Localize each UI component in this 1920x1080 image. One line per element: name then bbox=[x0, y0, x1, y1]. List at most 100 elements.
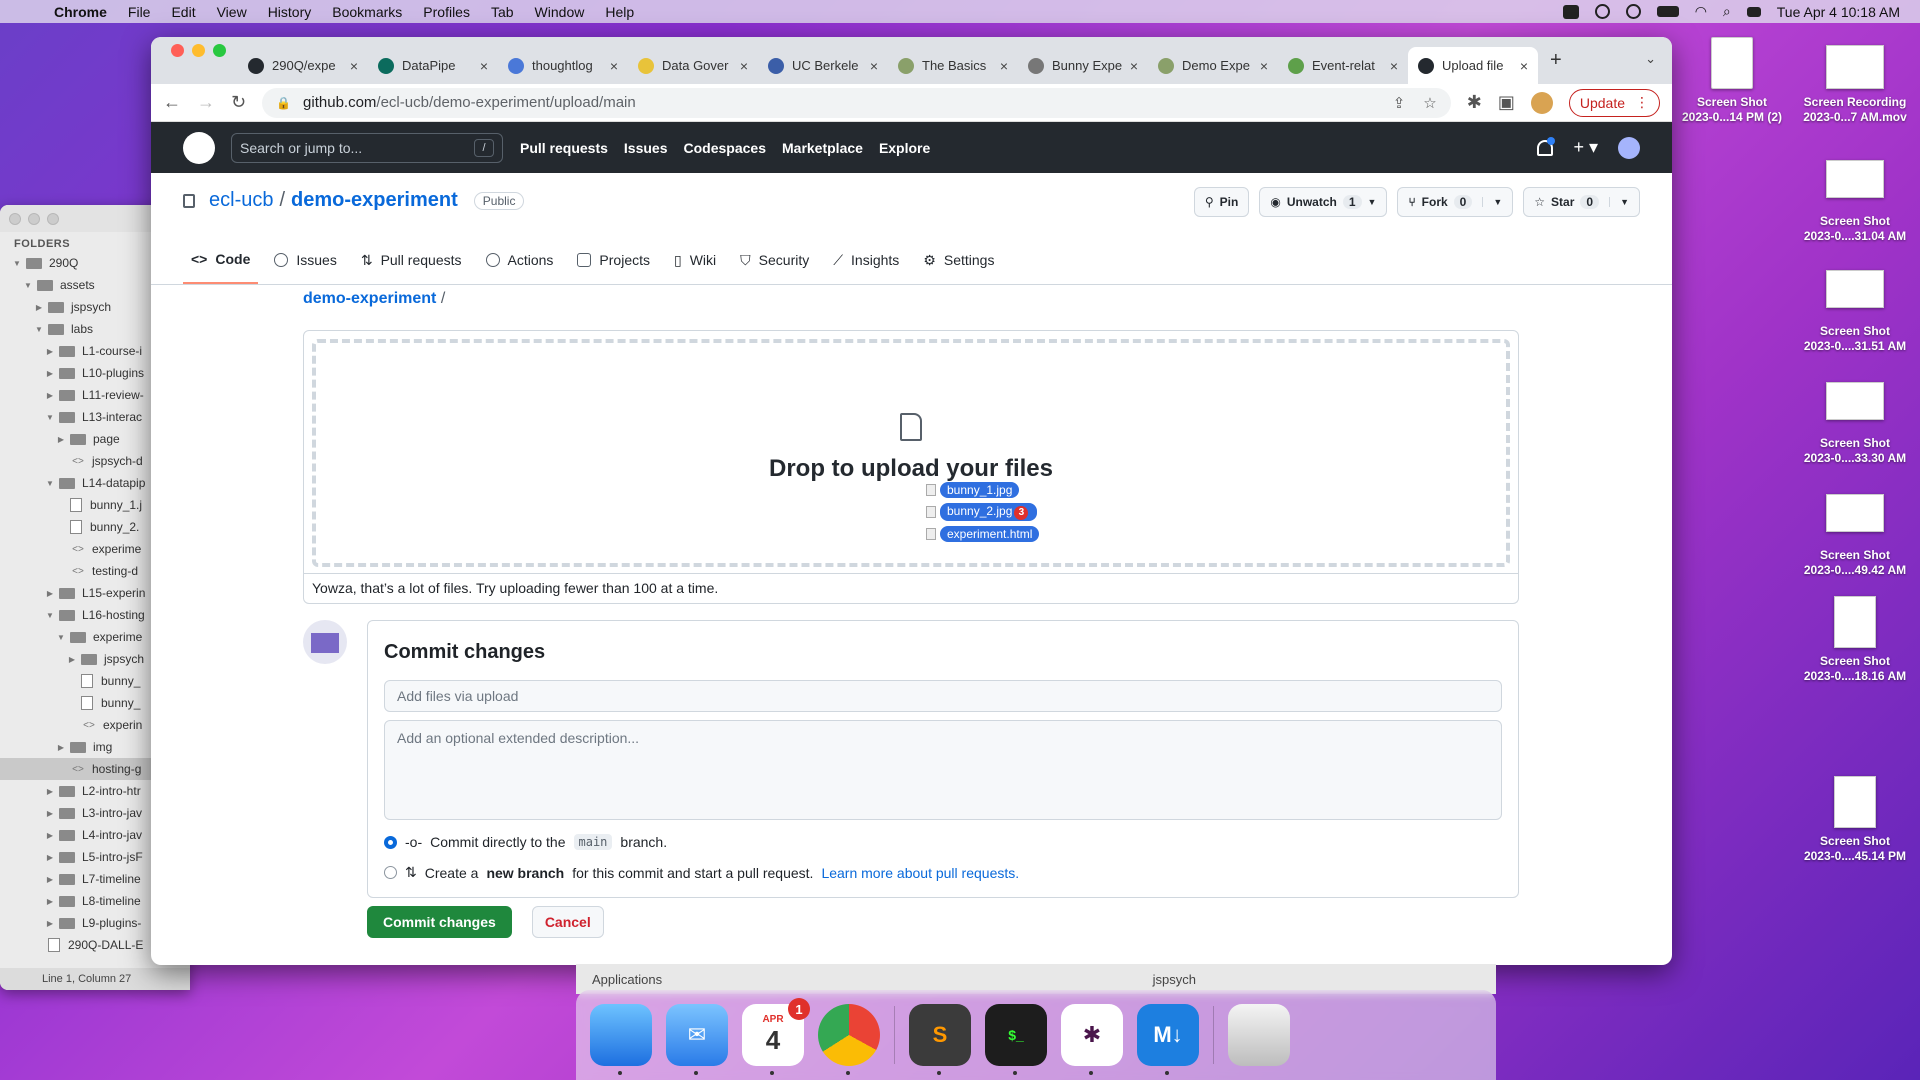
repo-name-link[interactable]: demo-experiment bbox=[291, 189, 458, 212]
tab-search-icon[interactable]: ⌄ bbox=[1645, 51, 1656, 67]
disclosure-open-icon[interactable]: ▼ bbox=[34, 325, 44, 334]
notifications-bell-icon[interactable] bbox=[1537, 136, 1556, 156]
close-tab-icon[interactable]: × bbox=[740, 58, 748, 74]
lock-icon[interactable]: 🔒 bbox=[276, 96, 291, 110]
status-app-icon[interactable] bbox=[1562, 4, 1579, 19]
breadcrumb-repo-link[interactable]: demo-experiment bbox=[303, 290, 436, 307]
fork-dropdown-icon[interactable]: ▼ bbox=[1482, 197, 1502, 207]
status-sync-icon[interactable] bbox=[1594, 4, 1610, 19]
desktop-file[interactable]: Screen Shot 2023-0....31.51 AM bbox=[1790, 270, 1920, 354]
close-tab-icon[interactable]: × bbox=[350, 58, 358, 74]
disclosure-closed-icon[interactable]: ▶ bbox=[45, 369, 55, 378]
close-tab-icon[interactable]: × bbox=[610, 58, 618, 74]
disclosure-closed-icon[interactable]: ▶ bbox=[45, 787, 55, 796]
bookmark-star-icon[interactable]: ☆ bbox=[1423, 94, 1436, 112]
disclosure-closed-icon[interactable]: ▶ bbox=[45, 809, 55, 818]
spotlight-icon[interactable]: ⌕ bbox=[1723, 3, 1731, 20]
calendar-icon[interactable]: APR 4 1 bbox=[742, 998, 810, 1075]
tab-actions[interactable]: Actions bbox=[478, 236, 562, 284]
browser-tab[interactable]: 290Q/expe × bbox=[238, 47, 368, 84]
new-branch-option[interactable]: ⇅ Create a new branch for this commit an… bbox=[384, 864, 1502, 881]
trash-icon[interactable] bbox=[1228, 1004, 1290, 1066]
fork-button[interactable]: ⑂ Fork 0 ▼ bbox=[1397, 187, 1514, 217]
disclosure-closed-icon[interactable]: ▶ bbox=[45, 919, 55, 928]
tab-issues[interactable]: Issues bbox=[266, 236, 344, 284]
menu-profiles[interactable]: Profiles bbox=[423, 4, 470, 20]
desktop-file[interactable]: Screen Shot 2023-0...14 PM (2) bbox=[1667, 37, 1797, 125]
tab-security[interactable]: ⛉ Security bbox=[732, 236, 817, 284]
nav-issues[interactable]: Issues bbox=[624, 140, 668, 156]
tab-insights[interactable]: ⟋ Insights bbox=[825, 236, 907, 284]
unwatch-button[interactable]: ◉ Unwatch 1 ▼ bbox=[1259, 187, 1388, 217]
disclosure-open-icon[interactable]: ▼ bbox=[12, 259, 22, 268]
disclosure-open-icon[interactable]: ▼ bbox=[23, 281, 33, 290]
nav-codespaces[interactable]: Codespaces bbox=[684, 140, 766, 156]
browser-tab[interactable]: Data Gover × bbox=[628, 47, 758, 84]
nav-explore[interactable]: Explore bbox=[879, 140, 930, 156]
nav-pull-requests[interactable]: Pull requests bbox=[520, 140, 608, 156]
disclosure-open-icon[interactable]: ▼ bbox=[45, 413, 55, 422]
desktop-file[interactable]: Screen Shot 2023-0....49.42 AM bbox=[1790, 494, 1920, 578]
desktop-file[interactable]: Screen Shot 2023-0....33.30 AM bbox=[1790, 382, 1920, 466]
side-panel-icon[interactable]: ▣ bbox=[1498, 92, 1515, 113]
forward-icon[interactable]: → bbox=[197, 92, 215, 113]
desktop-file[interactable]: Screen Recording 2023-0...7 AM.mov bbox=[1790, 37, 1920, 125]
disclosure-closed-icon[interactable]: ▶ bbox=[45, 347, 55, 356]
dashed-drop-area[interactable]: Drop to upload your files bbox=[312, 339, 1510, 567]
close-tab-icon[interactable]: × bbox=[1000, 58, 1008, 74]
commit-description-textarea[interactable]: Add an optional extended description... bbox=[384, 720, 1502, 820]
tab-settings[interactable]: ⚙ Settings bbox=[915, 236, 1002, 284]
browser-tab[interactable]: Upload file × bbox=[1408, 47, 1538, 84]
disclosure-closed-icon[interactable]: ▶ bbox=[45, 897, 55, 906]
star-button[interactable]: ☆ Star 0 ▼ bbox=[1523, 187, 1640, 217]
tab-wiki[interactable]: ▯ Wiki bbox=[666, 236, 724, 284]
chrome-icon[interactable] bbox=[818, 1004, 880, 1075]
disclosure-closed-icon[interactable]: ▶ bbox=[45, 875, 55, 884]
radio-new-branch[interactable] bbox=[384, 866, 397, 879]
mail-icon[interactable]: ✉ bbox=[666, 1004, 728, 1075]
zoom-dot[interactable] bbox=[47, 212, 59, 225]
wifi-icon[interactable]: ◠ bbox=[1695, 3, 1707, 20]
menu-file[interactable]: File bbox=[128, 4, 151, 20]
extensions-icon[interactable]: ✱ bbox=[1467, 92, 1482, 113]
update-button[interactable]: Update ⋮ bbox=[1568, 88, 1660, 117]
github-logo-icon[interactable] bbox=[183, 131, 215, 164]
slack-icon[interactable]: ✱ bbox=[1061, 1004, 1123, 1075]
sublime-text-icon[interactable]: S bbox=[909, 1004, 971, 1075]
disclosure-open-icon[interactable]: ▼ bbox=[45, 479, 55, 488]
menu-help[interactable]: Help bbox=[605, 4, 634, 20]
nav-marketplace[interactable]: Marketplace bbox=[782, 140, 863, 156]
disclosure-open-icon[interactable]: ▼ bbox=[56, 633, 66, 642]
menu-edit[interactable]: Edit bbox=[171, 4, 195, 20]
search-input[interactable]: Search or jump to... / bbox=[231, 132, 503, 163]
commit-direct-option[interactable]: -o- Commit directly to the main branch. bbox=[384, 834, 1502, 850]
close-tab-icon[interactable]: × bbox=[1260, 58, 1268, 74]
browser-tab[interactable]: UC Berkele × bbox=[758, 47, 888, 84]
close-tab-icon[interactable]: × bbox=[870, 58, 878, 74]
browser-tab[interactable]: The Basics × bbox=[888, 47, 1018, 84]
disclosure-open-icon[interactable]: ▼ bbox=[45, 611, 55, 620]
disclosure-closed-icon[interactable]: ▶ bbox=[45, 589, 55, 598]
finder-applications[interactable]: Applications bbox=[592, 972, 662, 987]
disclosure-closed-icon[interactable]: ▶ bbox=[56, 743, 66, 752]
menu-bookmarks[interactable]: Bookmarks bbox=[332, 4, 402, 20]
close-tab-icon[interactable]: × bbox=[480, 58, 488, 74]
radio-commit-direct[interactable] bbox=[384, 835, 397, 849]
terminal-icon[interactable]: $_ bbox=[985, 1004, 1047, 1075]
browser-tab[interactable]: Bunny Expe × bbox=[1018, 47, 1148, 84]
tab-projects[interactable]: Projects bbox=[569, 236, 658, 284]
reload-icon[interactable]: ↻ bbox=[231, 92, 246, 113]
minimize-window-button[interactable] bbox=[192, 44, 205, 57]
desktop-file[interactable]: Screen Shot 2023-0....18.16 AM bbox=[1790, 596, 1920, 684]
profile-avatar[interactable] bbox=[1530, 91, 1553, 114]
pin-button[interactable]: ⚲ Pin bbox=[1193, 187, 1250, 217]
zoom-window-button[interactable] bbox=[213, 44, 226, 57]
create-new-icon[interactable]: + ▾ bbox=[1573, 137, 1598, 158]
user-avatar[interactable] bbox=[1618, 136, 1640, 159]
menu-window[interactable]: Window bbox=[535, 4, 585, 20]
repo-owner-link[interactable]: ecl-ucb bbox=[209, 189, 273, 212]
disclosure-closed-icon[interactable]: ▶ bbox=[67, 655, 77, 664]
disclosure-closed-icon[interactable]: ▶ bbox=[34, 303, 44, 312]
tab-pull-requests[interactable]: ⇅ Pull requests bbox=[353, 236, 470, 284]
minimize-dot[interactable] bbox=[28, 212, 40, 225]
